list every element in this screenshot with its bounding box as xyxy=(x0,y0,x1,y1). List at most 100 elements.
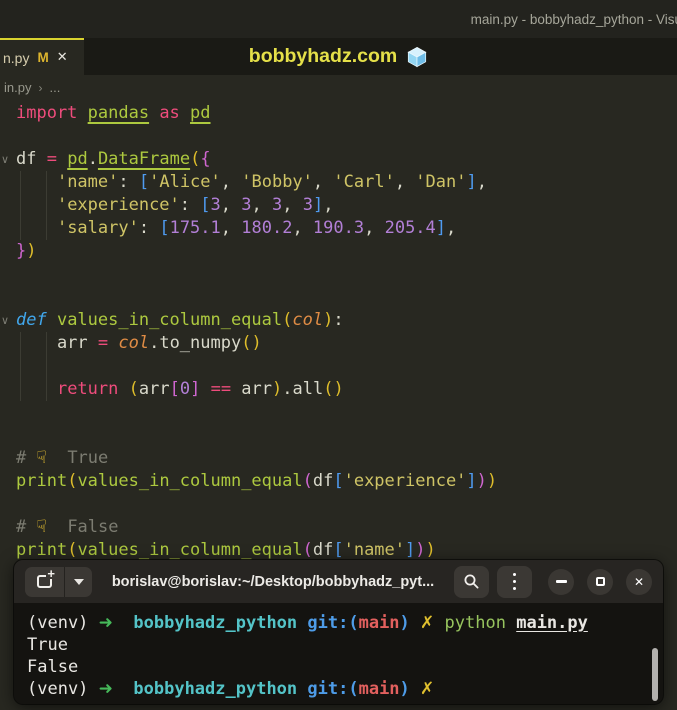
code-token: as xyxy=(149,103,191,123)
code-token: False xyxy=(46,517,119,537)
window-title: main.py - bobbyhadz_python - Visu xyxy=(470,11,677,27)
search-button[interactable] xyxy=(454,565,489,598)
code-token: ) xyxy=(486,471,498,491)
code-token: False xyxy=(27,657,79,677)
code-token: print xyxy=(16,540,68,560)
code-token: ➜ xyxy=(98,613,113,633)
code-token: , xyxy=(220,218,242,238)
ice-cube-icon xyxy=(407,46,427,67)
tab-main-py[interactable]: n.py M ✕ xyxy=(0,38,84,75)
code-token: [ xyxy=(200,195,211,215)
code-line: import pandas as pd xyxy=(0,102,677,125)
indent-guide xyxy=(20,194,21,217)
minimize-icon xyxy=(555,580,567,583)
code-token: ) xyxy=(399,613,410,633)
maximize-icon xyxy=(595,577,605,586)
code-token: , xyxy=(220,195,242,215)
code-token: pd xyxy=(67,149,88,169)
code-token: ] xyxy=(466,471,477,491)
code-token: DataFrame xyxy=(97,149,191,169)
code-token: , xyxy=(251,195,272,215)
close-button[interactable]: ✕ xyxy=(626,568,652,595)
code-token: col xyxy=(292,310,324,330)
code-line: }) xyxy=(0,240,677,263)
code-line: 'name': ['Alice', 'Bobby', 'Carl', 'Dan'… xyxy=(0,171,677,194)
code-token: , xyxy=(323,195,334,215)
code-token: : xyxy=(138,218,160,238)
code-line: print(values_in_column_equal(df['name'])… xyxy=(0,539,677,562)
fold-chevron-icon[interactable]: ∨ xyxy=(1,148,9,171)
code-token: pd xyxy=(190,103,211,123)
maximize-button[interactable] xyxy=(587,568,613,595)
menu-button[interactable] xyxy=(497,565,532,598)
code-token: True xyxy=(46,448,109,468)
code-token: = xyxy=(46,149,68,169)
code-token: [ xyxy=(138,172,150,192)
code-token: 3 xyxy=(241,195,252,215)
code-token: ( xyxy=(67,540,78,560)
code-token: def xyxy=(16,310,57,330)
code-token: 205.4 xyxy=(384,218,436,238)
code-token: ) xyxy=(425,540,436,560)
code-token: 3 xyxy=(271,195,283,215)
code-token: ➜ xyxy=(98,679,113,699)
indent-guide xyxy=(46,217,47,240)
code-token: 'experience' xyxy=(56,195,180,215)
code-token: , xyxy=(282,195,303,215)
indent-guide xyxy=(20,378,21,401)
code-token: = xyxy=(97,333,119,353)
code-token: .all xyxy=(282,379,324,399)
terminal-window: borislav@borislav:~/Desktop/bobbyhadz_py… xyxy=(14,560,663,704)
code-line: 'experience': [3, 3, 3, 3], xyxy=(0,194,677,217)
breadcrumb-file[interactable]: in.py xyxy=(4,80,31,95)
minimize-button[interactable] xyxy=(548,568,574,595)
tab-label: n.py xyxy=(3,49,30,66)
code-token: , xyxy=(292,218,313,238)
code-token: ) xyxy=(476,471,487,491)
code-token: # xyxy=(16,517,37,537)
code-token: 190.3 xyxy=(312,218,365,238)
code-token: main.py xyxy=(516,613,588,633)
code-line: print(values_in_column_equal(df['experie… xyxy=(0,470,677,493)
code-line: return (arr[0] == arr).all() xyxy=(0,378,677,401)
code-token: 'name' xyxy=(343,540,406,560)
code-token: , xyxy=(220,172,242,192)
tab-list-dropdown-button[interactable] xyxy=(65,567,92,597)
code-token: 'Alice' xyxy=(149,172,221,192)
indent-guide xyxy=(46,355,47,378)
code-token: 'salary' xyxy=(56,218,139,238)
fold-chevron-icon[interactable]: ∨ xyxy=(1,309,9,332)
tab-close-icon[interactable]: ✕ xyxy=(57,50,68,65)
code-token: , xyxy=(364,218,385,238)
code-line: 'salary': [175.1, 180.2, 190.3, 205.4], xyxy=(0,217,677,240)
code-token: pandas xyxy=(87,103,150,123)
code-token: bobbyhadz_python xyxy=(133,679,298,699)
code-token: () xyxy=(241,333,262,353)
terminal-body[interactable]: (venv) ➜ bobbyhadz_python git:(main) ✗ p… xyxy=(14,603,663,704)
code-token: (venv) xyxy=(27,679,99,699)
terminal-line: False xyxy=(27,656,653,678)
code-editor[interactable]: import pandas as pd ∨ df = pd.DataFrame({ … xyxy=(0,100,677,562)
code-token: values_in_column_equal xyxy=(77,471,303,491)
code-token: # xyxy=(16,448,37,468)
code-token: , xyxy=(312,172,334,192)
new-tab-split-button[interactable] xyxy=(25,566,92,597)
code-token: 'Dan' xyxy=(415,172,467,192)
code-token: df xyxy=(16,149,47,169)
code-token: ☟ xyxy=(36,448,47,468)
breadcrumb-ellipsis[interactable]: ... xyxy=(49,80,60,95)
breadcrumb[interactable]: in.py › ... xyxy=(0,75,677,100)
terminal-line: (venv) ➜ bobbyhadz_python git:(main) ✗ xyxy=(27,678,653,700)
terminal-scrollbar[interactable] xyxy=(652,648,658,701)
code-token: print xyxy=(16,471,68,491)
code-token: : xyxy=(179,195,201,215)
new-tab-button[interactable] xyxy=(25,566,65,597)
code-token: , xyxy=(476,172,487,192)
